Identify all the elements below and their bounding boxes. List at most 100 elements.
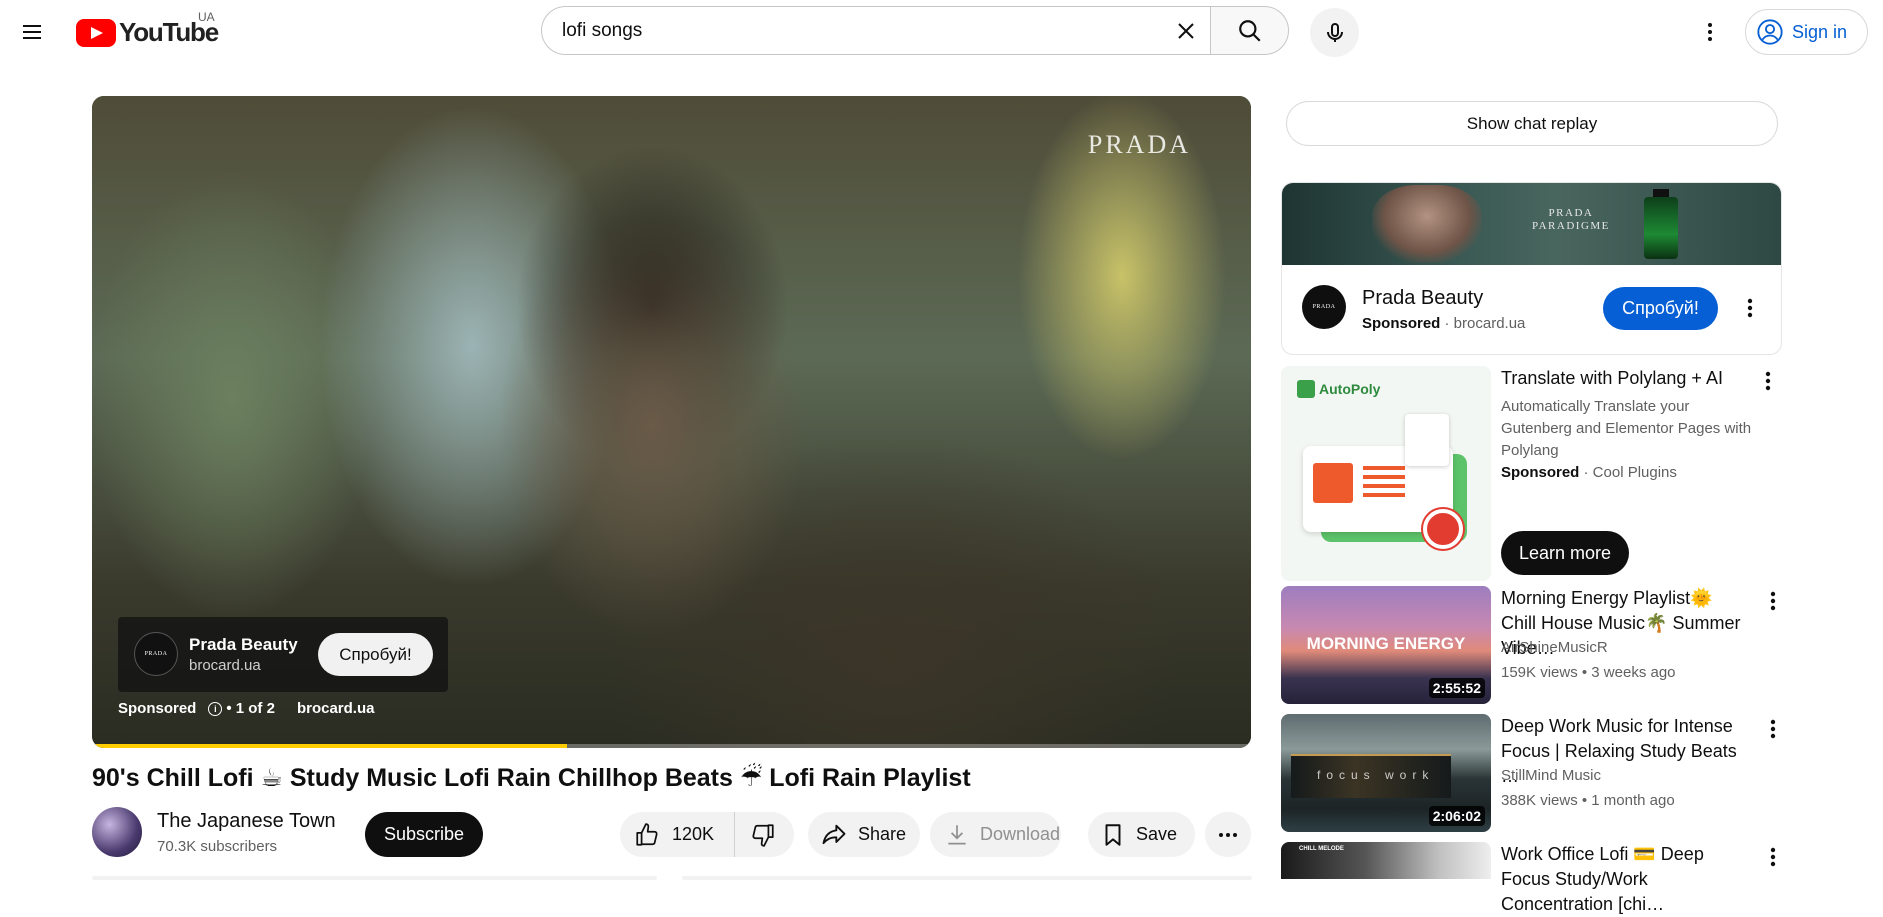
more-vert-icon: [1747, 298, 1753, 318]
duration-badge: 2:06:02: [1428, 806, 1485, 826]
share-button[interactable]: Share: [808, 812, 920, 857]
subscribe-button[interactable]: Subscribe: [365, 812, 483, 857]
promo-thumbnail[interactable]: AutoPoly: [1281, 366, 1491, 581]
channel-name[interactable]: The Japanese Town: [157, 810, 336, 833]
like-dislike-group: 120K: [620, 812, 794, 857]
recommendation-channel[interactable]: StillMind Music: [1501, 765, 1601, 787]
search-box: [541, 6, 1211, 55]
video-player[interactable]: PRADA PRADA Prada Beauty brocard.ua Спро…: [92, 96, 1251, 748]
advertiser-name[interactable]: Prada Beauty: [189, 635, 298, 655]
recommendation-menu-button[interactable]: [1761, 714, 1785, 744]
channel-avatar[interactable]: [92, 807, 142, 857]
ad-progress-fill: [92, 744, 568, 748]
thumb-text: CHILL MELODE: [1299, 846, 1344, 852]
promo-title[interactable]: Translate with Polylang + AI: [1501, 366, 1741, 391]
recommendation-title[interactable]: Work Office Lofi 💳 Deep Focus Study/Work…: [1501, 842, 1751, 917]
account-icon: [1757, 19, 1783, 45]
dislike-button[interactable]: [735, 812, 791, 857]
download-label: Download: [980, 824, 1061, 844]
promo-dropdown: [1405, 414, 1449, 466]
save-label: Save: [1136, 824, 1178, 844]
promo-meta: Sponsored · Cool Plugins: [1501, 462, 1677, 484]
info-icon[interactable]: i: [208, 701, 223, 716]
like-icon: [636, 822, 658, 846]
clear-search-button[interactable]: [1167, 12, 1205, 50]
promo-description: Automatically Translate your Gutenberg a…: [1501, 398, 1752, 459]
save-button[interactable]: Save: [1088, 812, 1195, 857]
companion-ad[interactable]: PRADA PARADIGME PRADA Prada Beauty Sponso…: [1281, 182, 1782, 355]
ad-cta-button[interactable]: Спробуй!: [318, 633, 433, 676]
ad-meta: Sponsored · brocard.ua: [1362, 315, 1525, 332]
ad-cta-button[interactable]: Спробуй!: [1603, 287, 1718, 330]
more-vert-icon: [1770, 719, 1776, 739]
video-title: 90's Chill Lofi ☕ Study Music Lofi Rain …: [92, 764, 971, 792]
sponsored-label: Sponsored: [1501, 464, 1580, 481]
download-button[interactable]: Download: [930, 812, 1061, 857]
ad-banner-brand: PRADA PARADIGME: [1532, 207, 1610, 232]
download-icon: [948, 824, 966, 845]
learn-more-button[interactable]: Learn more: [1501, 531, 1629, 575]
recommendation-channel[interactable]: AirShineMusicR: [1501, 637, 1608, 659]
search-input[interactable]: [562, 19, 1122, 42]
duration-badge: 2:55:52: [1428, 678, 1485, 698]
search-button[interactable]: [1210, 6, 1289, 55]
thumb-text: MORNING ENERGY: [1306, 634, 1466, 653]
youtube-logo[interactable]: YouTube: [76, 17, 219, 48]
promo-badge-icon: [1423, 509, 1463, 549]
ad-count: • 1 of 2: [226, 700, 275, 717]
country-code: UA: [198, 10, 215, 24]
show-chat-replay-button[interactable]: Show chat replay: [1286, 101, 1778, 146]
sponsored-label: Sponsored: [118, 700, 197, 717]
recommendation-thumbnail[interactable]: focus work 2:06:02: [1281, 714, 1491, 832]
advertiser-avatar[interactable]: PRADA: [1302, 285, 1346, 329]
more-vert-icon: [1770, 847, 1776, 867]
recommendation-meta: 159K views • 3 weeks ago: [1501, 664, 1676, 681]
menu-icon: [23, 25, 41, 39]
ad-progress-bar[interactable]: [92, 744, 1251, 748]
sign-in-button[interactable]: Sign in: [1745, 9, 1868, 55]
brand-watermark: PRADA: [1087, 130, 1191, 159]
description-edge: [92, 876, 657, 880]
promo-text-lines: [1363, 466, 1405, 470]
recommendation-meta: 388K views • 1 month ago: [1501, 792, 1675, 809]
more-actions-button[interactable]: [1205, 812, 1251, 857]
more-horiz-icon: [1219, 832, 1237, 837]
ad-domain: · brocard.ua: [1444, 315, 1526, 332]
mic-icon: [1326, 22, 1343, 42]
share-label: Share: [858, 824, 907, 844]
thumb-text: focus work: [1317, 768, 1435, 782]
recommendation-menu-button[interactable]: [1761, 586, 1785, 616]
masthead: YouTube UA Sign in: [0, 0, 1883, 64]
advertiser-url[interactable]: brocard.ua: [189, 657, 261, 674]
guide-menu-button[interactable]: [12, 12, 52, 52]
comments-edge: [682, 876, 1252, 880]
more-vert-icon: [1765, 371, 1771, 391]
like-count: 120K: [672, 824, 715, 844]
promo-orange-block: [1313, 463, 1353, 503]
save-icon: [1105, 823, 1121, 846]
advertiser-name[interactable]: Prada Beauty: [1362, 287, 1483, 310]
clear-icon: [1178, 23, 1194, 39]
more-vert-icon: [1770, 591, 1776, 611]
sign-in-label: Sign in: [1792, 21, 1848, 42]
ad-banner-person: [1372, 185, 1482, 263]
promo-menu-button[interactable]: [1756, 366, 1780, 396]
recommendation-thumbnail[interactable]: CHILL MELODE: [1281, 842, 1491, 879]
search-icon: [1238, 19, 1261, 42]
promo-thumb-label: AutoPoly: [1319, 381, 1381, 397]
ad-status-url[interactable]: brocard.ua: [297, 700, 375, 717]
recommendation-menu-button[interactable]: [1761, 842, 1785, 872]
autopoly-logo-icon: [1297, 380, 1315, 398]
like-button[interactable]: 120K: [620, 812, 736, 857]
advertiser-avatar: PRADA: [134, 632, 178, 676]
perfume-bottle: [1644, 197, 1678, 259]
player-ad-card[interactable]: PRADA Prada Beauty brocard.ua Спробуй!: [118, 617, 448, 692]
youtube-logo-icon: [76, 18, 116, 47]
recommendation-thumbnail[interactable]: MORNING ENERGY 2:55:52: [1281, 586, 1491, 704]
settings-more-button[interactable]: [1690, 12, 1730, 52]
voice-search-button[interactable]: [1310, 8, 1359, 57]
ad-status-bar: Sponsored i • 1 of 2 brocard.ua: [118, 700, 374, 717]
more-vert-icon: [1708, 23, 1712, 41]
ad-banner-image[interactable]: PRADA PARADIGME: [1282, 183, 1781, 265]
ad-menu-button[interactable]: [1738, 293, 1762, 323]
